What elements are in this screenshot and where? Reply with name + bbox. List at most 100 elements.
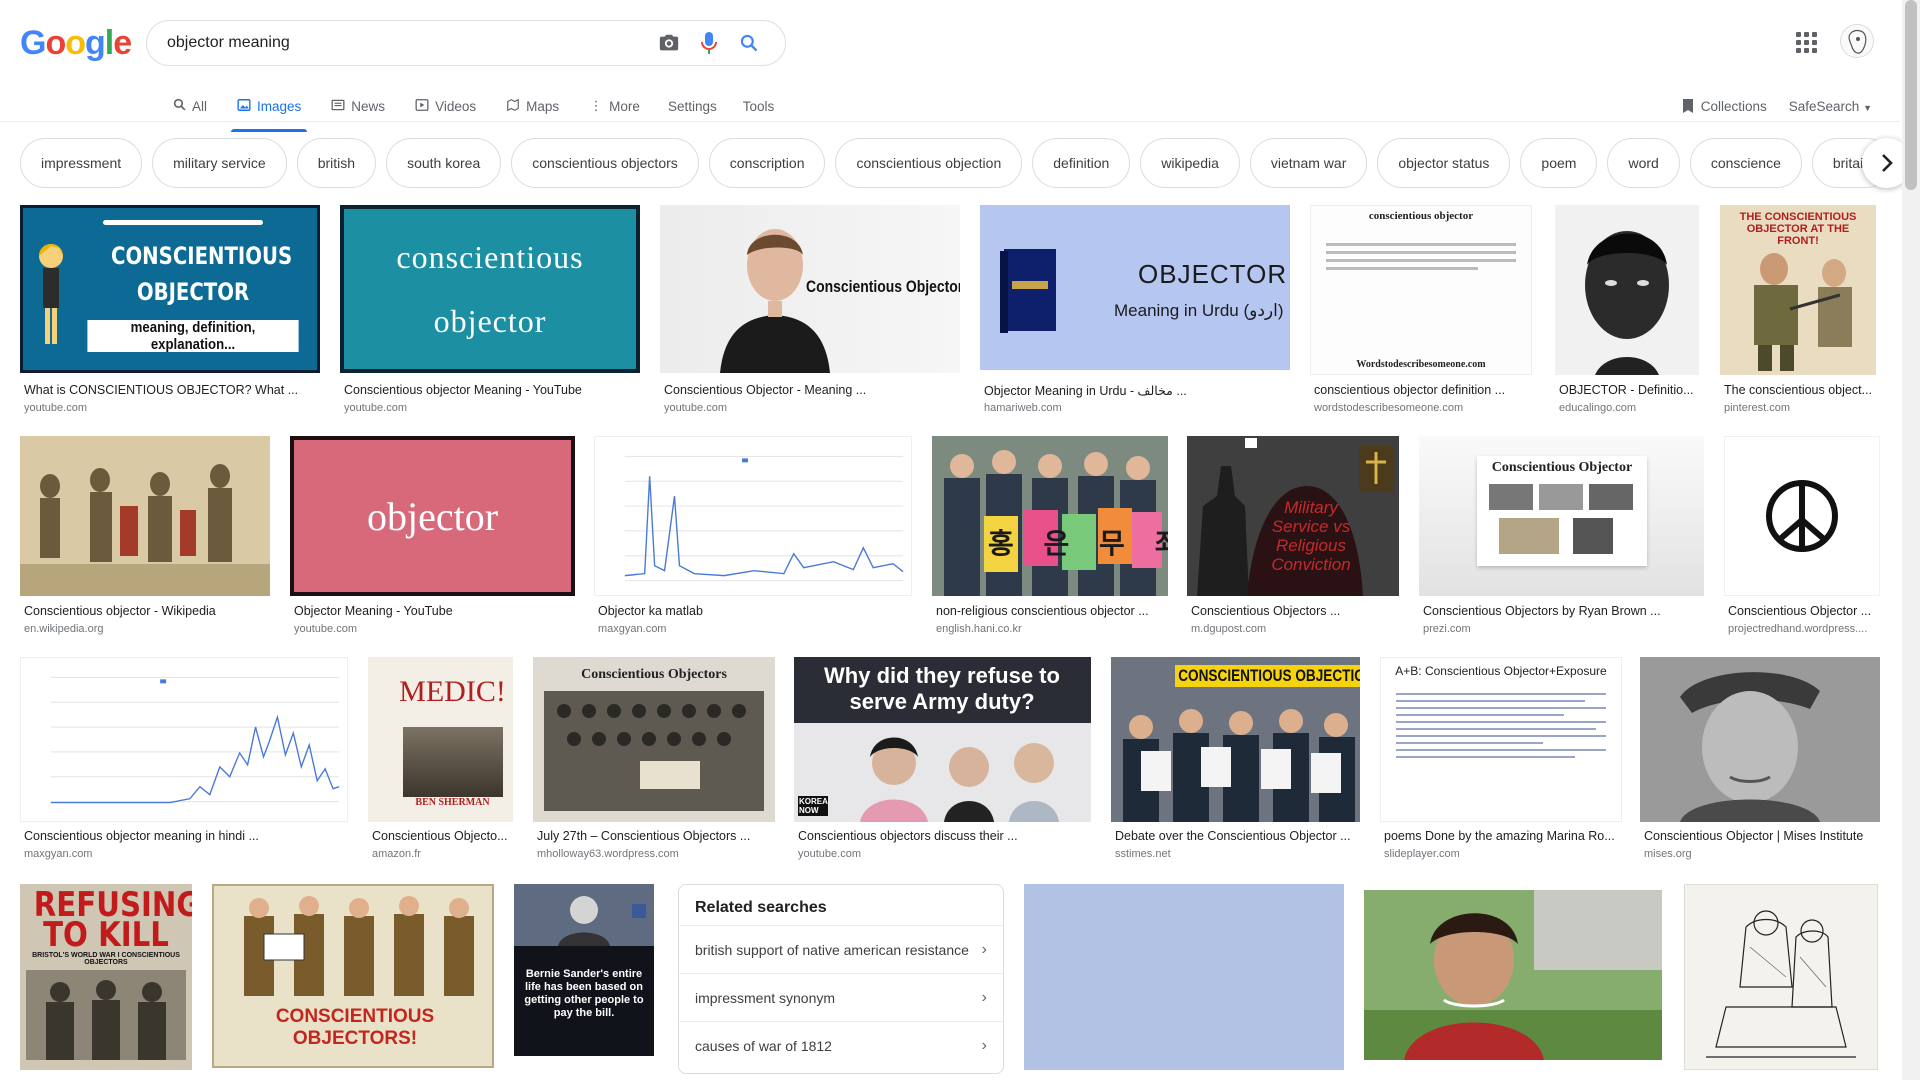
result-caption[interactable]: Objector Meaning in Urdu - مخالف ...	[984, 383, 1284, 398]
chip[interactable]: poem	[1520, 138, 1598, 188]
result-source[interactable]: hamariweb.com	[984, 402, 1284, 414]
chip[interactable]: vietnam war	[1249, 138, 1368, 188]
result-thumbnail[interactable]: Conscientious Objector	[1419, 436, 1704, 596]
image-result[interactable]: CONSCIENTIOUS OBJECTIO Debate over the C…	[1111, 657, 1360, 867]
result-caption[interactable]: Conscientious objector - Wikipedia	[24, 604, 269, 618]
chip[interactable]: definition	[1032, 138, 1131, 188]
image-result[interactable]: Military Service vs Religious Conviction…	[1187, 436, 1399, 641]
result-source[interactable]: english.hani.co.kr	[936, 623, 1166, 635]
result-thumbnail[interactable]: Military Service vs Religious Conviction	[1187, 436, 1399, 596]
search-box[interactable]	[146, 20, 786, 66]
result-thumbnail[interactable]: conscientious objector Wordstodescribeso…	[1310, 205, 1532, 375]
image-result[interactable]: CONSCIENTIOUS OBJECTORS!	[212, 884, 494, 1070]
tab-images[interactable]: Images	[231, 90, 308, 132]
tab-maps[interactable]: Maps	[500, 90, 565, 122]
related-search-item[interactable]: impressment synonym ›	[679, 973, 1003, 1021]
result-caption[interactable]: Conscientious Objectors by Ryan Brown ..…	[1423, 604, 1703, 618]
result-source[interactable]: youtube.com	[24, 402, 316, 414]
scrollbar-thumb[interactable]	[1905, 0, 1917, 190]
image-result[interactable]: Conscientious Objector Conscientious Obj…	[1419, 436, 1704, 641]
image-result[interactable]: Why did they refuse to serve Army duty? …	[794, 657, 1091, 867]
result-thumbnail[interactable]: conscientious objector	[340, 205, 640, 373]
result-source[interactable]: maxgyan.com	[598, 623, 908, 635]
result-source[interactable]: maxgyan.com	[24, 848, 344, 860]
tab-more[interactable]: ⋮ More	[583, 90, 646, 122]
image-result[interactable]: THE CONSCIENTIOUS OBJECTOR AT THE FRONT!…	[1720, 205, 1880, 420]
result-caption[interactable]: Conscientious objectors discuss their ..…	[798, 829, 1088, 843]
result-caption[interactable]: poems Done by the amazing Marina Ro...	[1384, 829, 1620, 843]
result-caption[interactable]: Conscientious Objector - Meaning ...	[664, 383, 956, 397]
result-thumbnail[interactable]: Conscientious Objectors	[533, 657, 775, 822]
result-thumbnail[interactable]	[1724, 436, 1880, 596]
image-result[interactable]: Conscientious objector - Wikipedia en.wi…	[20, 436, 270, 641]
tab-all[interactable]: All	[166, 90, 213, 122]
result-source[interactable]: projectredhand.wordpress....	[1728, 623, 1878, 635]
tab-videos[interactable]: Videos	[409, 90, 482, 122]
result-thumbnail[interactable]	[1684, 884, 1878, 1070]
result-source[interactable]: slideplayer.com	[1384, 848, 1620, 860]
tab-news[interactable]: News	[325, 90, 391, 122]
chip[interactable]: conscientious objection	[835, 138, 1023, 188]
chip[interactable]: wikipedia	[1140, 138, 1240, 188]
result-thumbnail[interactable]	[594, 436, 912, 596]
result-thumbnail[interactable]	[1555, 205, 1699, 375]
image-result[interactable]: Conscientious Objector Conscientious Obj…	[660, 205, 960, 420]
result-caption[interactable]: Conscientious Objector ...	[1728, 604, 1878, 618]
result-thumbnail[interactable]: Bernie Sander's entire life has been bas…	[514, 884, 654, 1056]
result-source[interactable]: youtube.com	[344, 402, 636, 414]
related-search-item[interactable]: british support of native american resis…	[679, 925, 1003, 973]
safesearch-menu[interactable]: SafeSearch ▼	[1789, 99, 1872, 114]
chip[interactable]: objector status	[1377, 138, 1511, 188]
result-source[interactable]: youtube.com	[294, 623, 574, 635]
image-result[interactable]: A+B: Conscientious Objector+Exposure poe…	[1380, 657, 1622, 867]
result-thumbnail[interactable]: THE CONSCIENTIOUS OBJECTOR AT THE FRONT!	[1720, 205, 1876, 375]
result-source[interactable]: pinterest.com	[1724, 402, 1874, 414]
chip[interactable]: south korea	[386, 138, 502, 188]
chip[interactable]: impressment	[20, 138, 143, 188]
image-result[interactable]: conscientious objector Wordstodescribeso…	[1310, 205, 1535, 420]
result-thumbnail[interactable]: Why did they refuse to serve Army duty? …	[794, 657, 1091, 822]
image-result[interactable]: Conscientious objector meaning in hindi …	[20, 657, 348, 867]
image-result[interactable]: Conscientious Objector | Mises Institute…	[1640, 657, 1880, 867]
result-caption[interactable]: non-religious conscientious objector ...	[936, 604, 1166, 618]
image-result[interactable]	[1364, 890, 1662, 1060]
result-caption[interactable]: OBJECTOR - Definitio...	[1559, 383, 1699, 397]
chip[interactable]: military service	[152, 138, 287, 188]
image-result[interactable]: Conscientious Objector ... projectredhan…	[1724, 436, 1880, 641]
image-result[interactable]: Conscientious Objectors July 27th – Cons…	[533, 657, 775, 867]
result-source[interactable]: wordstodescribesomeone.com	[1314, 402, 1514, 414]
result-source[interactable]: sstimes.net	[1115, 848, 1357, 860]
result-thumbnail[interactable]: OBJECTOR Meaning in Urdu (اردو)	[980, 205, 1290, 370]
result-thumbnail[interactable]	[1364, 890, 1662, 1060]
result-caption[interactable]: Objector Meaning - YouTube	[294, 604, 574, 618]
result-caption[interactable]: Conscientious objector Meaning - YouTube	[344, 383, 636, 397]
google-logo[interactable]: Google	[20, 24, 132, 63]
result-caption[interactable]: July 27th – Conscientious Objectors ...	[537, 829, 773, 843]
result-caption[interactable]: The conscientious object...	[1724, 383, 1874, 397]
chip[interactable]: conscription	[708, 138, 826, 188]
search-icon[interactable]	[729, 23, 769, 63]
result-thumbnail[interactable]: CONSCIENTIOUS OBJECTIO	[1111, 657, 1360, 822]
result-source[interactable]: mises.org	[1644, 848, 1880, 860]
result-caption[interactable]: Conscientious Objector | Mises Institute	[1644, 829, 1880, 843]
image-result[interactable]	[1024, 884, 1344, 1070]
collections-link[interactable]: Collections	[1681, 98, 1767, 114]
image-result[interactable]: conscientious objector Conscientious obj…	[340, 205, 640, 420]
chip[interactable]: british	[296, 138, 377, 188]
result-source[interactable]: m.dgupost.com	[1191, 623, 1396, 635]
apps-grid-icon[interactable]	[1794, 30, 1818, 54]
related-search-item[interactable]: causes of war of 1812 ›	[679, 1021, 1003, 1069]
image-result[interactable]: OBJECTOR - Definitio... educalingo.com	[1555, 205, 1700, 420]
result-source[interactable]: youtube.com	[798, 848, 1088, 860]
settings-link[interactable]: Settings	[668, 99, 717, 114]
camera-icon[interactable]	[649, 23, 689, 63]
chip[interactable]: conscientious objectors	[511, 138, 699, 188]
result-thumbnail[interactable]: objector	[290, 436, 575, 596]
image-result[interactable]: OBJECTOR Meaning in Urdu (اردو) Objector…	[980, 205, 1290, 420]
page-scrollbar[interactable]	[1902, 0, 1920, 1080]
result-thumbnail[interactable]: REFUSING TO KILL BRISTOL'S WORLD WAR I C…	[20, 884, 192, 1070]
result-caption[interactable]: Conscientious objector meaning in hindi …	[24, 829, 344, 843]
result-caption[interactable]: Debate over the Conscientious Objector .…	[1115, 829, 1357, 843]
result-thumbnail[interactable]	[20, 657, 348, 822]
microphone-icon[interactable]	[689, 23, 729, 63]
